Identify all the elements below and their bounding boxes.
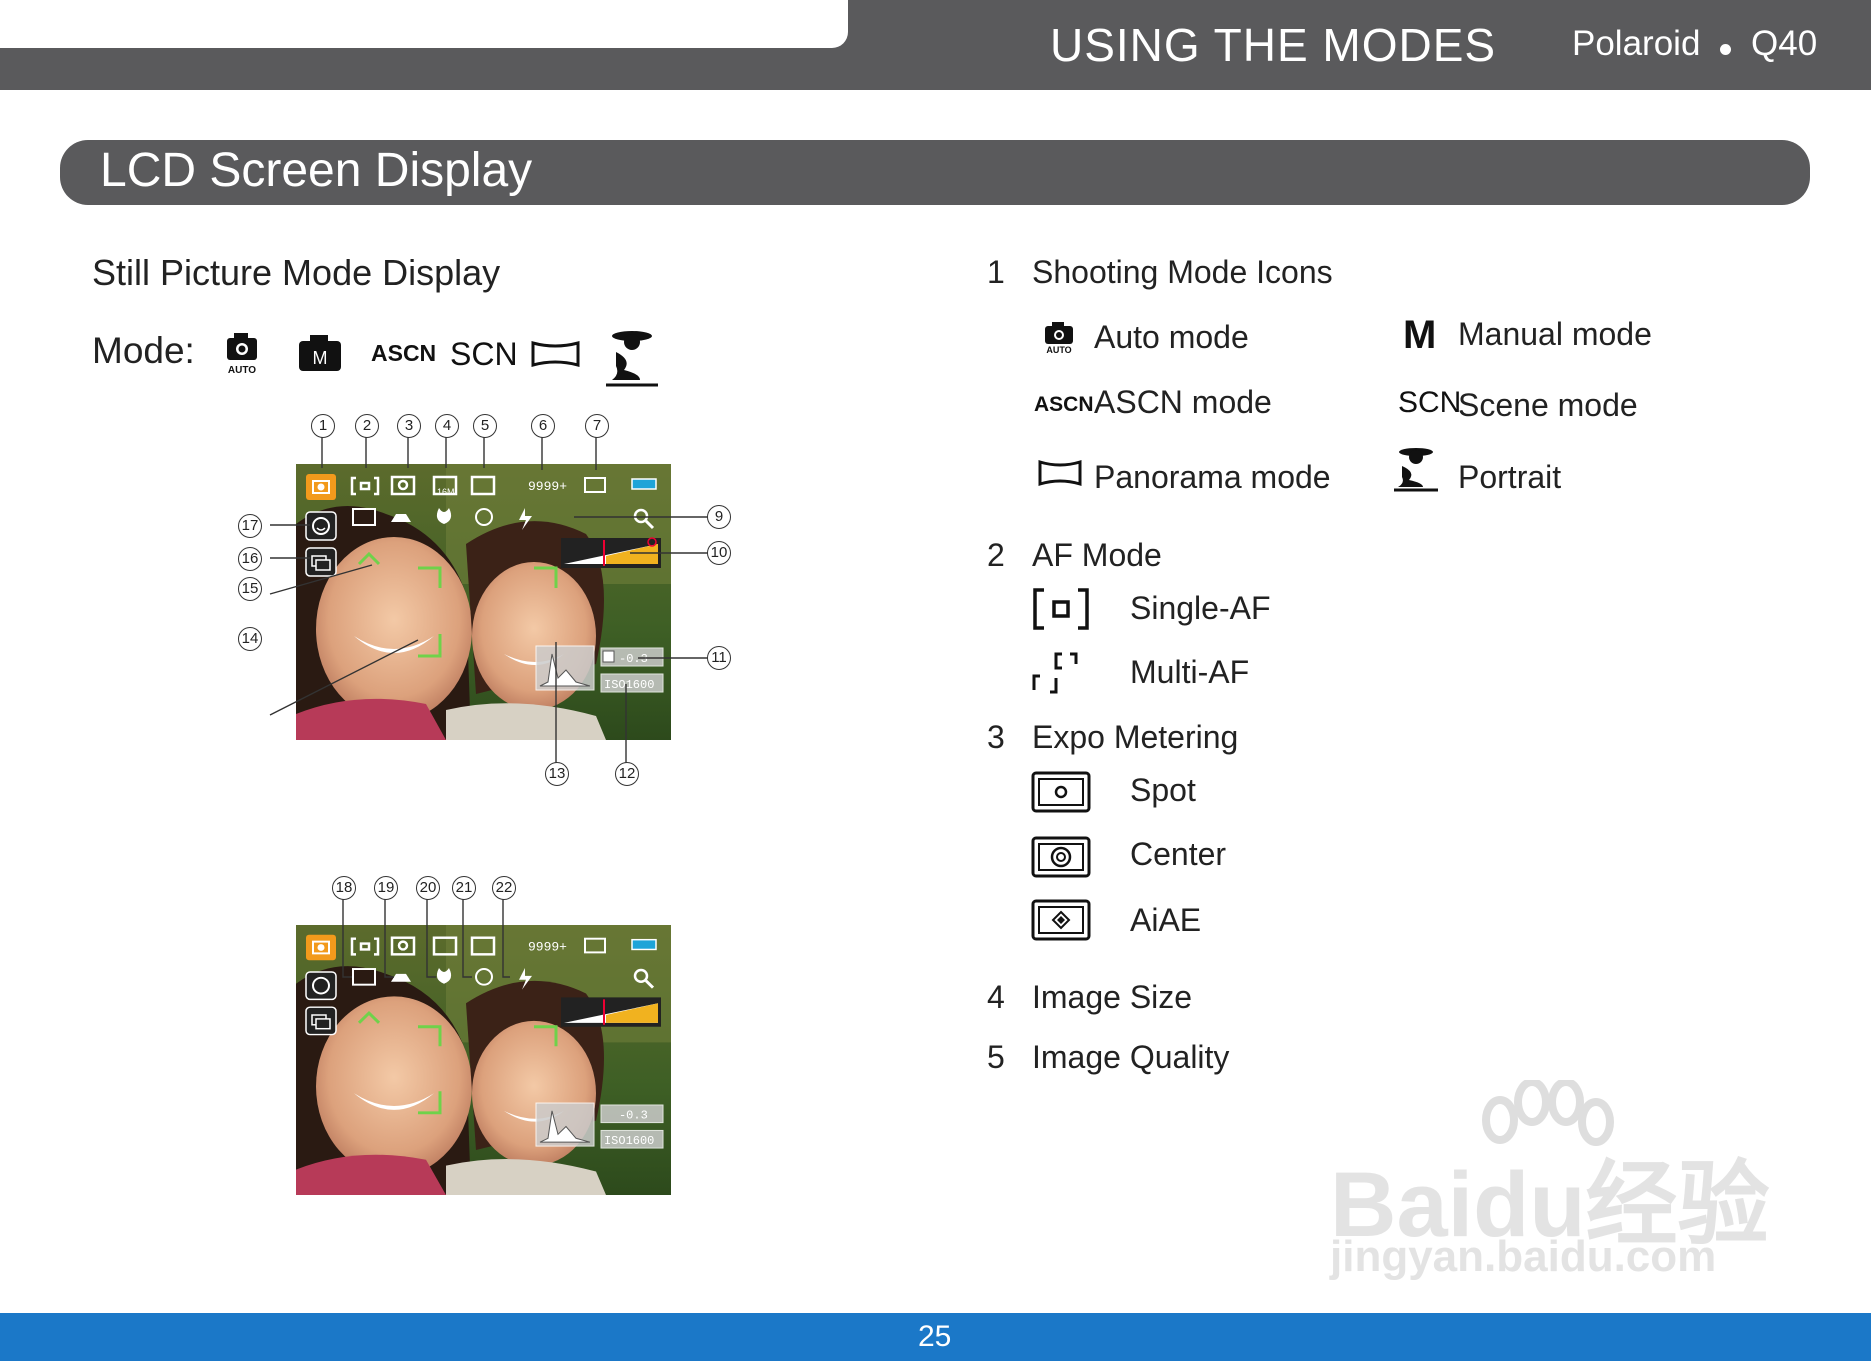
scene-mode-icon: SCN <box>1398 386 1462 419</box>
auto-camera-icon: AUTO <box>227 333 257 376</box>
callout-10: 10 <box>707 541 731 565</box>
auto-mode-icon: AUTO <box>1045 322 1073 354</box>
portrait-mode-icon <box>1394 448 1438 492</box>
iso-text-2: ISO1600 <box>604 1134 654 1148</box>
aiae-metering-icon <box>1031 899 1091 941</box>
center-label: Center <box>1130 836 1227 872</box>
item-5-label: Image Quality <box>1032 1039 1230 1075</box>
scn-icon: SCN <box>450 336 518 372</box>
spot-label: Spot <box>1130 772 1196 808</box>
subsection-title: Still Picture Mode Display <box>92 252 501 293</box>
callout-22: 22 <box>492 876 516 900</box>
callout-1: 1 <box>311 414 335 438</box>
callout-19: 19 <box>374 876 398 900</box>
item-4-number: 4 <box>987 979 1005 1015</box>
auto-mode-label: Auto mode <box>1094 319 1249 355</box>
callout-3: 3 <box>397 414 421 438</box>
manual-mode-label: Manual mode <box>1458 316 1652 352</box>
manual-camera-icon: M <box>299 335 341 371</box>
callout-21: 21 <box>452 876 476 900</box>
callout-4: 4 <box>435 414 459 438</box>
mode-label: Mode: <box>92 330 195 371</box>
callout-12: 12 <box>615 762 639 786</box>
callout-16: 16 <box>238 547 262 571</box>
single-af-label: Single-AF <box>1130 590 1271 626</box>
brand-name: Polaroid <box>1572 24 1701 63</box>
item-1-number: 1 <box>987 254 1005 290</box>
callout-9: 9 <box>707 505 731 529</box>
ascn-mode-label: ASCN mode <box>1094 384 1272 420</box>
callout-14: 14 <box>238 627 262 651</box>
multi-af-icon <box>1032 652 1078 694</box>
auto-text: AUTO <box>228 365 256 376</box>
callout-7: 7 <box>585 414 609 438</box>
watermark-url: jingyan.baidu.com <box>1330 1232 1717 1281</box>
center-metering-icon <box>1031 836 1091 878</box>
callout-6: 6 <box>531 414 555 438</box>
m-text: M <box>313 348 328 368</box>
scn-text: SCN <box>450 336 518 372</box>
ascn-mode-icon: ASCN <box>1034 393 1094 416</box>
callout-11: 11 <box>707 646 731 670</box>
portrait-mode-label: Portrait <box>1458 459 1562 495</box>
spot-metering-icon <box>1031 771 1091 813</box>
single-af-icon <box>1033 588 1089 630</box>
ascn-icon: ASCN <box>371 340 436 366</box>
item-3-number: 3 <box>987 719 1005 755</box>
item-2-label: AF Mode <box>1032 537 1162 573</box>
callout-2: 2 <box>355 414 379 438</box>
item-2-number: 2 <box>987 537 1005 573</box>
panorama-mode-label: Panorama mode <box>1094 459 1331 495</box>
item-5-number: 5 <box>987 1039 1005 1075</box>
shots-text-2: 9999+ <box>528 940 567 955</box>
callout-17: 17 <box>238 514 262 538</box>
manual-mode-icon: M <box>1403 313 1437 357</box>
auto-mode-text: AUTO <box>1046 345 1071 354</box>
callout-lines-bottom <box>342 895 510 978</box>
callout-lines-top <box>269 436 709 768</box>
panorama-mode-icon <box>1038 459 1082 487</box>
aiae-label: AiAE <box>1130 902 1202 938</box>
item-1-label: Shooting Mode Icons <box>1032 254 1333 290</box>
model-name: Q40 <box>1751 24 1818 63</box>
callout-15: 15 <box>238 577 262 601</box>
ascn-text: ASCN <box>371 340 436 366</box>
callout-13: 13 <box>545 762 569 786</box>
item-4-label: Image Size <box>1032 979 1193 1015</box>
chapter-title: USING THE MODES <box>1050 19 1497 71</box>
portrait-icon <box>606 331 658 387</box>
mode-icon-row: AUTO M ASCN SCN <box>227 331 658 387</box>
multi-af-label: Multi-AF <box>1130 654 1250 690</box>
callout-5: 5 <box>473 414 497 438</box>
item-3-label: Expo Metering <box>1032 719 1239 755</box>
section-title: LCD Screen Display <box>100 144 533 197</box>
scene-mode-label: Scene mode <box>1458 387 1638 423</box>
panorama-icon <box>531 341 580 367</box>
header-notch <box>0 0 848 48</box>
callout-20: 20 <box>416 876 440 900</box>
separator-dot <box>1720 44 1731 55</box>
page-number: 25 <box>918 1320 952 1353</box>
callout-18: 18 <box>332 876 356 900</box>
ev-text-2: -0.3 <box>619 1109 648 1123</box>
